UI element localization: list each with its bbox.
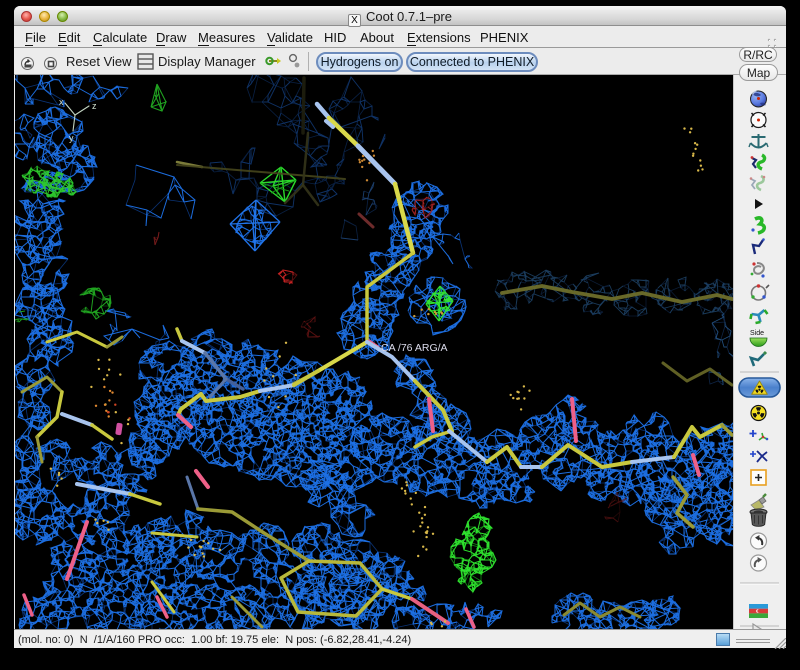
svg-text:Side: Side: [750, 330, 764, 337]
svg-text:z: z: [92, 101, 97, 111]
svg-text:x: x: [59, 97, 64, 107]
svg-text:CA /76 ARG/A: CA /76 ARG/A: [381, 342, 448, 354]
svg-text:y: y: [69, 133, 74, 143]
